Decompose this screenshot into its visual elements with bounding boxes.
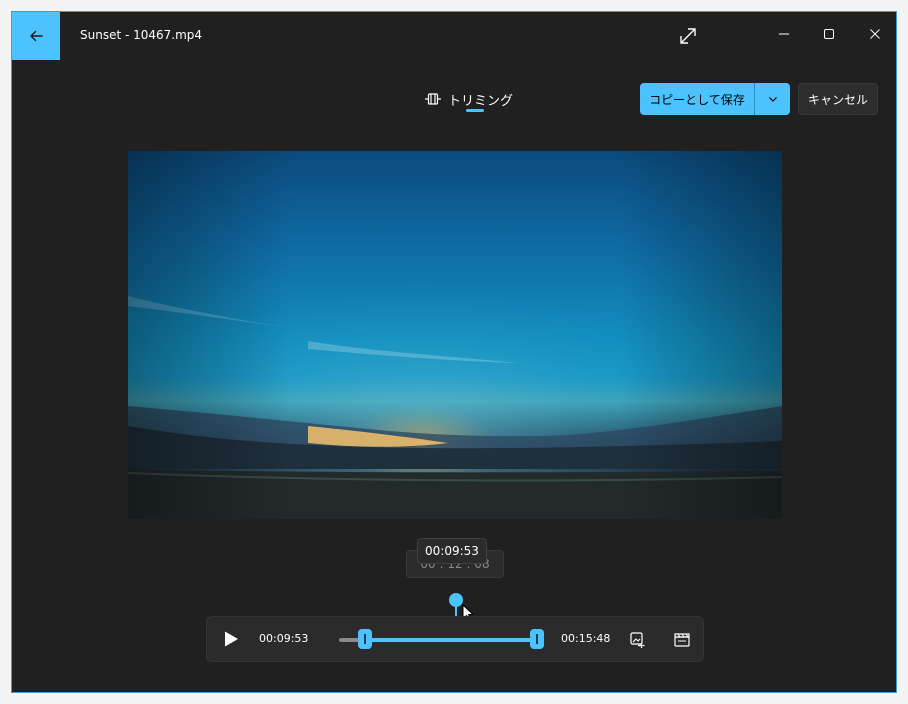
close-button[interactable] [855,18,895,50]
video-preview [128,151,782,519]
trim-end-handle[interactable] [530,629,544,649]
maximize-icon [824,29,834,39]
save-options-button[interactable] [755,83,790,115]
expand-icon [680,28,696,44]
arrow-left-icon [30,30,43,42]
tab-trim-label: トリミング [448,93,514,109]
app-window: Sunset - 10467.mp4 トリミング コピーとして保存 キャンセル … [11,11,897,693]
video-frame-image [128,151,782,519]
back-button[interactable] [12,12,60,60]
end-time: 00:15:48 [561,632,611,645]
title-bar: Sunset - 10467.mp4 [12,12,896,60]
trim-start-handle[interactable] [358,629,372,649]
save-copy-button[interactable]: コピーとして保存 [640,83,755,115]
clapperboard-icon [674,633,690,647]
playhead-handle[interactable] [449,593,463,607]
trim-range [365,638,537,642]
chevron-down-icon [768,97,777,102]
play-icon [225,631,238,647]
maximize-button[interactable] [809,18,849,50]
tab-selected-indicator [466,109,484,112]
save-copy-split-button: コピーとして保存 [640,83,790,115]
fullscreen-button[interactable] [676,24,700,48]
playhead-time-tooltip: 00:09:53 [417,538,487,564]
minimize-button[interactable] [764,18,804,50]
photo-snapshot-icon [630,632,645,648]
close-icon [870,29,880,39]
playback-controls: 00:09:53 00:15:48 [206,616,704,662]
minimize-icon [779,33,789,35]
trim-icon [425,93,441,105]
snapshot-button[interactable] [628,630,648,650]
current-time: 00:09:53 [259,632,309,645]
play-button[interactable] [221,629,241,649]
clip-settings-button[interactable] [672,630,692,650]
window-title: Sunset - 10467.mp4 [80,28,203,42]
cancel-button[interactable]: キャンセル [798,83,878,115]
